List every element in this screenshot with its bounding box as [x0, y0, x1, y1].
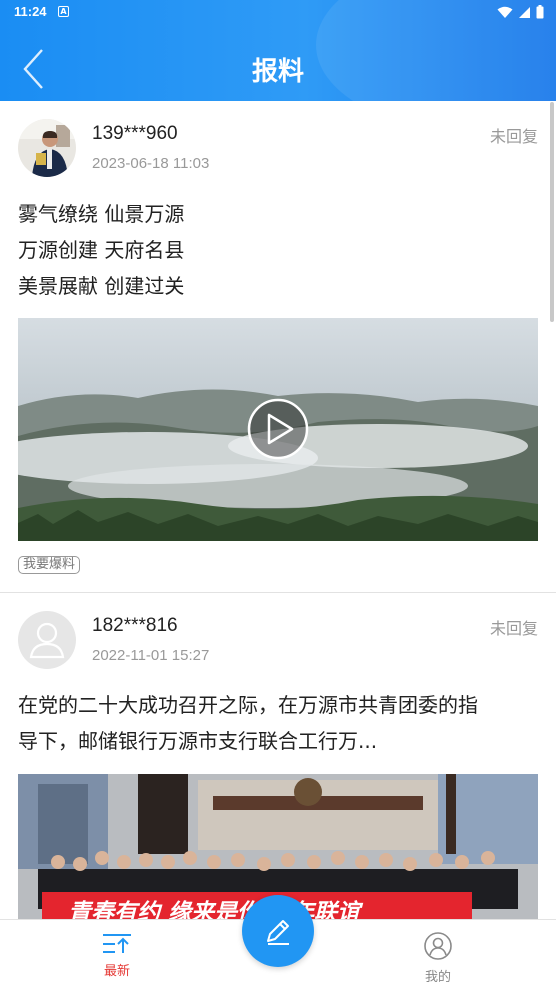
- status-time: 11:24: [14, 4, 47, 19]
- nav-mine-label: 我的: [424, 970, 451, 985]
- latest-icon: [103, 934, 131, 953]
- nav-latest[interactable]: 最新: [87, 932, 147, 979]
- nav-mine[interactable]: 我的: [408, 932, 468, 985]
- signal-icon: [519, 6, 530, 18]
- nav-latest-label: 最新: [103, 964, 130, 979]
- avatar[interactable]: [18, 119, 76, 177]
- post-text-line: 雾气缭绕 仙景万源: [18, 202, 185, 226]
- misty-mountains-image: [18, 318, 538, 541]
- report-tag[interactable]: 我要爆料: [18, 556, 81, 574]
- reply-status: 未回复: [489, 127, 538, 146]
- post-text-line: 在党的二十大成功召开之际，在万源市共青团委的指: [18, 693, 478, 717]
- post-text-line: 万源创建 天府名县: [18, 238, 185, 262]
- post-username: 182***816: [92, 615, 178, 636]
- battery-icon: [536, 5, 544, 19]
- video-thumbnail[interactable]: [18, 318, 538, 541]
- post-item[interactable]: 182***816 2022-11-01 15:27 未回复 在党的二十大成功召…: [0, 593, 556, 919]
- notification-app-icon: A: [58, 6, 69, 17]
- scrollbar[interactable]: [550, 102, 554, 322]
- status-bar: 11:24 A: [0, 0, 556, 26]
- post-text-line: 美景展献 创建过关: [18, 274, 185, 298]
- status-icons: [497, 5, 544, 19]
- post-text[interactable]: 雾气缭绕 仙景万源 万源创建 天府名县 美景展献 创建过关: [18, 196, 538, 304]
- pencil-icon: [267, 920, 289, 945]
- user-circle-icon: [424, 932, 452, 960]
- post-time: 2022-11-01 15:27: [92, 647, 210, 664]
- user-photo: [18, 119, 76, 177]
- post-text[interactable]: 在党的二十大成功召开之际，在万源市共青团委的指 导下，邮储银行万源市支行联合工行…: [18, 687, 538, 759]
- reply-status: 未回复: [489, 619, 538, 638]
- post-item[interactable]: 139***960 2023-06-18 11:03 未回复 雾气缭绕 仙景万源…: [0, 101, 556, 592]
- post-text-line: 导下，邮储银行万源市支行联合工行万...: [18, 729, 378, 753]
- banner-text: 青春有约 缘来是你 青年联谊: [68, 900, 364, 919]
- avatar[interactable]: [18, 611, 76, 669]
- page-title: 报料: [251, 57, 304, 87]
- post-time: 2023-06-18 11:03: [92, 155, 210, 172]
- compose-button[interactable]: [242, 895, 314, 967]
- app-header: 11:24 A 报料: [0, 0, 556, 101]
- feed-list[interactable]: 139***960 2023-06-18 11:03 未回复 雾气缭绕 仙景万源…: [0, 101, 556, 919]
- post-username: 139***960: [92, 123, 178, 144]
- wifi-icon: [497, 6, 513, 18]
- default-avatar-icon: [18, 611, 76, 669]
